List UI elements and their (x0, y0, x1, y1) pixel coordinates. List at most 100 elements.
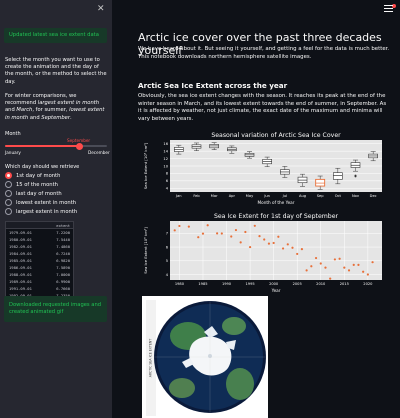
section-text: Obviously, the sea ice extent changes wi… (138, 93, 387, 122)
boxplot-svg: Seasonal variation of Arctic Sea Ice Cov… (143, 132, 382, 205)
boxplot-xtick-label: Nov (352, 194, 360, 198)
main-content: Arctic ice cover over the past three dec… (112, 0, 400, 418)
radio-unselected-icon (5, 208, 12, 215)
scatter-point (197, 236, 200, 239)
scatter-ylabel: Sea Ice Extent [10⁶ km²] (143, 227, 148, 274)
hamburger-menu-icon[interactable] (384, 5, 393, 13)
scatter-point (178, 224, 181, 228)
radio-selected-icon (5, 172, 12, 179)
svg-text:ARCTIC SEA ICE EXTENT: ARCTIC SEA ICE EXTENT (149, 339, 153, 377)
month-slider-label: Month (5, 131, 21, 137)
scatter-point (277, 235, 280, 238)
boxplot-xtick-label: Sep (317, 194, 324, 198)
scatter-point (366, 273, 369, 276)
extent-table[interactable]: extent 1979-09-01 7.2200 1980-09-01 7.5440 1… (5, 221, 74, 305)
radio-label: last day of month (16, 190, 62, 197)
table-cell-date: 1985-09-01 (9, 258, 32, 263)
boxplot-xlabel: Month of the Year (258, 200, 295, 205)
scatter-plot-area (170, 221, 382, 280)
radio-option-last-day[interactable]: last day of month (5, 189, 62, 198)
success-alert-text: Downloaded requested images and created … (9, 302, 102, 315)
scatter-point (357, 263, 360, 267)
box-outlier (354, 175, 357, 178)
scatter-point (206, 224, 209, 227)
scatter-point (248, 245, 252, 249)
section-title: Arctic Sea Ice Extent across the year (138, 81, 288, 90)
month-slider-max: December (88, 150, 110, 155)
boxplot-xtick-label: Jun (263, 194, 270, 198)
sea-ice-satellite-map: ARCTIC SEA ICE EXTENT (142, 296, 268, 418)
table-row: 1985-09-01 6.9820 (6, 257, 73, 264)
boxplot-xtick-label: Feb (193, 194, 200, 198)
boxplot-ytick-label: 10 (163, 164, 168, 168)
intro-text: We have heard about it. But seeing it yo… (138, 46, 390, 60)
boxplot-xtick-label: Dec (370, 194, 377, 198)
table-row: 1980-09-01 7.5440 (6, 236, 73, 243)
radio-option-1st-day[interactable]: 1st day of month (5, 171, 60, 180)
boxplot-xtick-label: Oct (335, 194, 342, 198)
scatter-point (324, 266, 327, 269)
month-slider-fill (5, 145, 80, 147)
table-cell-date: 1986-09-01 (9, 265, 32, 270)
table-row: 1991-09-01 6.7660 (6, 285, 73, 292)
scatter-xtick-label: 2005 (293, 282, 302, 286)
scatter-point (352, 263, 355, 267)
scatter-point (239, 241, 242, 244)
table-row: 1982-09-01 7.4860 (6, 243, 73, 250)
scatter-point (286, 243, 289, 246)
box-body (315, 178, 326, 187)
table-cell-extent: 7.5890 (56, 265, 70, 270)
table-cell-extent: 7.5440 (56, 237, 70, 242)
scatter-point (362, 270, 365, 273)
scatter-point (244, 230, 247, 234)
scatter-xtick-label: 2015 (340, 282, 349, 286)
radio-option-largest[interactable]: largest extent in month (5, 207, 77, 216)
radio-label: 1st day of month (16, 172, 61, 179)
scatter-point (216, 232, 219, 235)
table-cell-date: 1989-09-01 (9, 279, 32, 284)
rec-italic: largest extent in month (37, 100, 100, 107)
table-cell-date: 1979-09-01 (9, 230, 32, 235)
scatter-point (253, 224, 256, 227)
boxplot-ytick-label: 16 (163, 142, 168, 146)
rec-part: , for summer, (32, 107, 70, 114)
rec-italic: September (41, 114, 70, 121)
scatter-title: Sea Ice Extent for 1st day of September (214, 213, 339, 220)
table-row: 1979-09-01 7.2200 (6, 229, 73, 236)
scatter-point (300, 248, 304, 251)
table-row: 1988-09-01 7.0000 (6, 271, 73, 278)
table-row: 1984-09-01 6.7240 (6, 250, 73, 257)
rec-italic: March (16, 107, 33, 114)
table-cell-extent: 7.2200 (56, 230, 70, 235)
table-cell-date: 1982-09-01 (9, 244, 32, 249)
scatter-point (187, 225, 190, 228)
table-cell-extent: 6.9900 (56, 279, 70, 284)
table-cell-extent: 6.7660 (56, 286, 70, 291)
radio-option-lowest[interactable]: lowest extent in month (5, 198, 76, 207)
table-cell-extent: 6.9820 (56, 258, 70, 263)
scatter-point (173, 229, 176, 232)
rec-part: and (5, 107, 17, 114)
radio-label: 15 of the month (16, 181, 58, 188)
radio-option-15th[interactable]: 15 of the month (5, 180, 58, 189)
scatter-point (314, 256, 318, 260)
month-slider[interactable] (5, 142, 107, 150)
scatter-point (305, 269, 308, 272)
radio-unselected-icon (5, 181, 12, 188)
boxplot-ytick-label: 14 (163, 149, 168, 153)
scatter-xlabel: Year (271, 288, 281, 293)
scatter-point (263, 238, 266, 241)
table-cell-date: 1980-09-01 (9, 237, 32, 242)
boxplot-title: Seasonal variation of Arctic Sea Ice Cov… (211, 132, 341, 139)
scatter-ytick-label: 6 (166, 245, 169, 249)
table-row: 1986-09-01 7.5890 (6, 264, 73, 271)
boxplot-xtick-label: May (246, 194, 254, 198)
month-slider-thumb[interactable] (75, 142, 83, 150)
rec-part: . (69, 114, 72, 121)
scatter-xtick-label: 2010 (316, 282, 326, 286)
scatter-xtick-label: 2020 (363, 282, 373, 286)
scatter-point (343, 266, 346, 269)
close-icon[interactable]: ✕ (97, 4, 105, 14)
boxplot-ytick-label: 4 (166, 187, 169, 191)
boxplot-xtick-label: Jul (282, 194, 287, 198)
